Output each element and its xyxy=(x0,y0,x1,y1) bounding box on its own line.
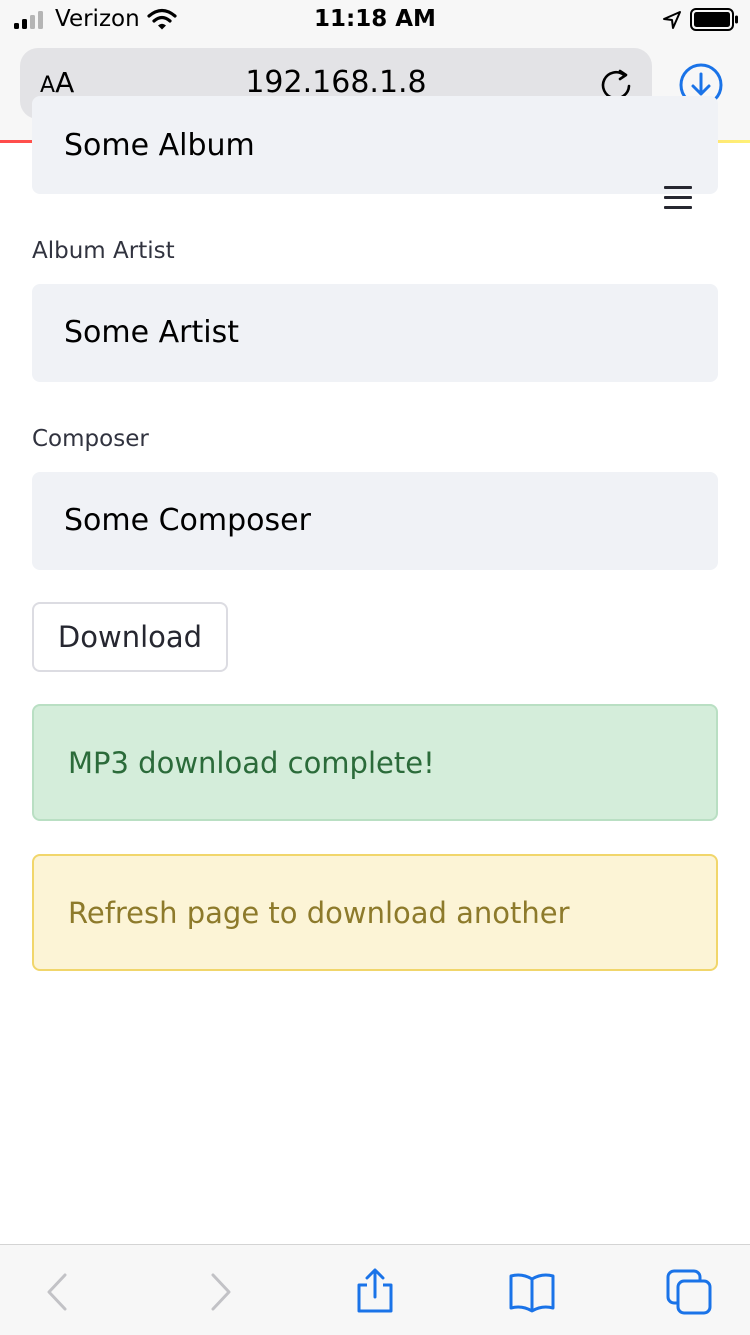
album-artist-label: Album Artist xyxy=(32,238,175,264)
tabs-icon[interactable] xyxy=(664,1267,714,1317)
status-time: 11:18 AM xyxy=(314,6,436,32)
battery-icon xyxy=(690,8,738,31)
share-icon[interactable] xyxy=(350,1267,400,1317)
bookmarks-icon[interactable] xyxy=(507,1267,557,1317)
success-alert: MP3 download complete! xyxy=(32,704,718,821)
composer-label: Composer xyxy=(32,426,149,452)
hamburger-menu-icon[interactable] xyxy=(664,186,692,210)
album-artist-input[interactable]: Some Artist xyxy=(32,284,718,382)
forward-icon[interactable] xyxy=(194,1267,244,1317)
warning-alert: Refresh page to download another xyxy=(32,854,718,971)
composer-input[interactable]: Some Composer xyxy=(32,472,718,570)
back-icon[interactable] xyxy=(34,1267,84,1317)
url-text: 192.168.1.8 xyxy=(245,65,427,100)
browser-toolbar xyxy=(0,1244,750,1335)
album-input[interactable]: Some Album xyxy=(32,96,718,194)
status-bar: Verizon 11:18 AM xyxy=(0,0,750,40)
location-arrow-icon xyxy=(663,11,681,29)
download-button[interactable]: Download xyxy=(32,602,228,672)
